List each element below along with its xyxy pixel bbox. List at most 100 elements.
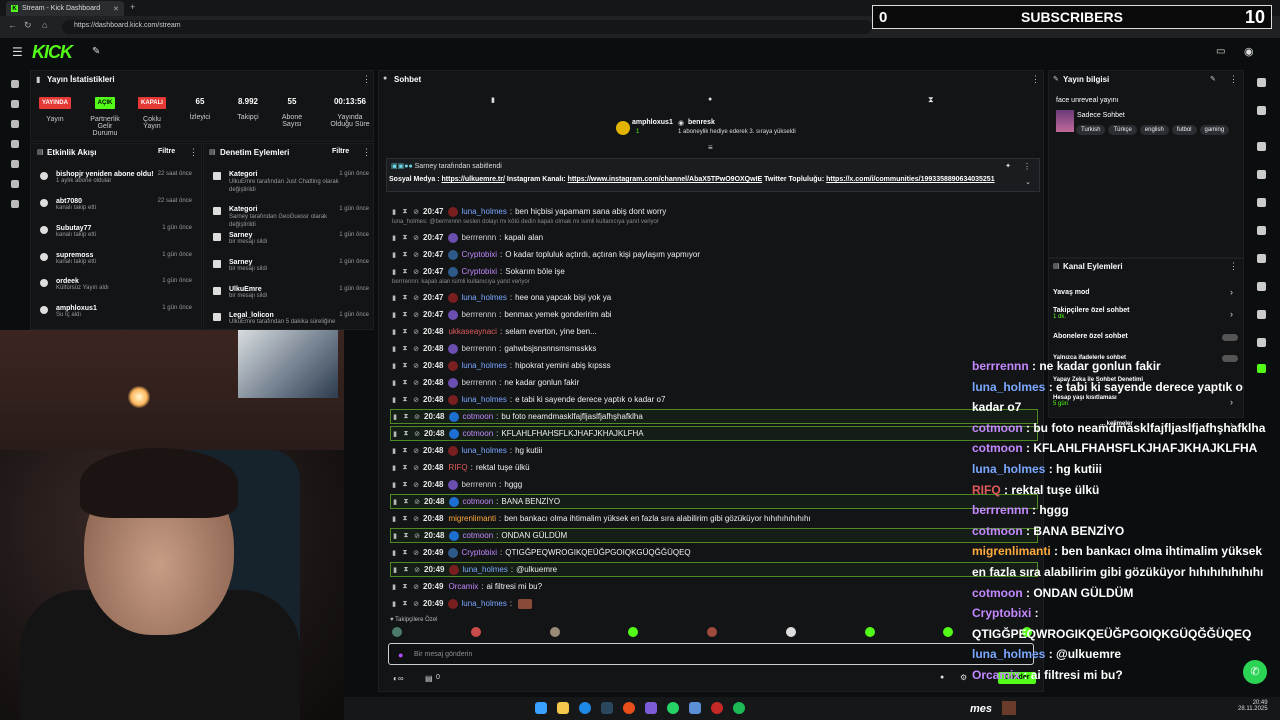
emote-icon[interactable] xyxy=(785,627,796,637)
chat-message[interactable]: ▮ ⧗ ⊘ 20:49 Cryptobixi: QTIGĞPEQWROGIKQEÜĞPGO… xyxy=(390,545,1038,560)
file-explorer-icon[interactable] xyxy=(557,702,569,714)
message-username[interactable]: luna_holmes xyxy=(461,361,506,370)
activity-item[interactable]: Subutay77 kanalı takip etti 1 gün önce xyxy=(40,225,196,238)
delete-message-icon[interactable]: ▮ xyxy=(390,515,398,523)
timeout-icon[interactable]: ⧗ xyxy=(401,447,409,455)
ban-icon[interactable]: ⊘ xyxy=(412,234,420,242)
ban-icon[interactable]: ⊘ xyxy=(412,294,420,302)
activity-item[interactable]: abt7080 kanalı takip etti 22 saat önce xyxy=(40,198,196,211)
delete-message-icon[interactable]: ▮ xyxy=(390,294,398,302)
home-icon[interactable]: ⌂ xyxy=(42,20,47,30)
delete-message-icon[interactable]: ▮ xyxy=(390,208,398,216)
chat-message[interactable]: ▮ ⧗ ⊘ 20:48 cotmoon: bu foto neamdmasklfajflj… xyxy=(390,409,1038,424)
delete-message-icon[interactable]: ▮ xyxy=(390,328,398,336)
message-username[interactable]: luna_holmes xyxy=(461,599,506,608)
ban-icon[interactable]: ⊘ xyxy=(413,566,421,574)
delete-message-icon[interactable]: ▮ xyxy=(390,251,398,259)
ban-icon[interactable]: ⊘ xyxy=(412,600,420,608)
ban-icon[interactable]: ⊘ xyxy=(412,396,420,404)
moderation-item[interactable]: Sarney bir mesajı sildi 1 gün önce xyxy=(213,259,369,272)
timeout-icon[interactable]: ⧗ xyxy=(402,532,410,540)
chat-message[interactable]: ▮ ⧗ ⊘ 20:48 berrrennn: ne kadar gonlun fakir xyxy=(390,375,1038,390)
video-nav-icon[interactable] xyxy=(11,140,19,148)
timeout-icon[interactable]: ⧗ xyxy=(401,311,409,319)
tag-chip[interactable]: Türkçe xyxy=(1108,125,1137,135)
ban-icon[interactable]: ⊘ xyxy=(413,532,421,540)
delete-message-icon[interactable]: ▮ xyxy=(390,583,398,591)
slow-mode-row[interactable]: Yavaş mod xyxy=(1053,289,1090,296)
new-tab-icon[interactable]: + xyxy=(130,2,135,12)
message-username[interactable]: Cryptobixi xyxy=(461,250,497,259)
layers-icon[interactable] xyxy=(1257,282,1266,291)
timeout-icon[interactable]: ⧗ xyxy=(402,566,410,574)
message-username[interactable]: Cryptobixi xyxy=(461,548,497,557)
shield-icon[interactable] xyxy=(1257,142,1266,151)
emote-picker-icon[interactable]: ● xyxy=(398,650,403,660)
message-username[interactable]: berrrennn xyxy=(461,344,496,353)
browser-tab[interactable]: K Stream - Kick Dashboard ✕ xyxy=(6,1,124,16)
firefox-icon[interactable] xyxy=(623,702,635,714)
message-username[interactable]: berrrennn xyxy=(461,310,496,319)
ban-icon[interactable]: ⊘ xyxy=(412,251,420,259)
moderation-menu-icon[interactable]: ⋮ xyxy=(362,147,371,158)
delete-message-icon[interactable]: ▮ xyxy=(390,362,398,370)
chat-message[interactable]: ▮ ⧗ ⊘ 20:48 cotmoon: BANA BENZİYO xyxy=(390,494,1038,509)
stream-nav-icon[interactable] xyxy=(11,80,19,88)
delete-message-icon[interactable]: ▮ xyxy=(390,600,398,608)
whatsapp-icon[interactable] xyxy=(667,702,679,714)
delete-message-icon[interactable]: ▮ xyxy=(390,396,398,404)
chat-message[interactable]: ▮ ⧗ ⊘ 20:48 luna_holmes: hg kutiii xyxy=(390,443,1038,458)
chat-message[interactable]: ▮ ⧗ ⊘ 20:48 luna_holmes: e tabi ki sayende de… xyxy=(390,392,1038,407)
moderation-item[interactable]: UlkuEmre bir mesajı sildi 1 gün önce xyxy=(213,286,369,299)
chat-menu-icon[interactable]: ⋮ xyxy=(1031,74,1040,85)
chat-message[interactable]: ▮ ⧗ ⊘ 20:49 luna_holmes: @ulkuemre xyxy=(390,562,1038,577)
timeout-icon[interactable]: ⧗ xyxy=(401,481,409,489)
delete-message-icon[interactable]: ▮ xyxy=(391,430,399,438)
hourglass-icon[interactable]: ⧗ xyxy=(928,95,934,105)
chat-message[interactable]: ▮ ⧗ ⊘ 20:48 cotmoon: ONDAN GÜLDÜM xyxy=(390,528,1038,543)
dashboard-nav-icon[interactable] xyxy=(11,100,19,108)
steam-icon[interactable] xyxy=(601,702,613,714)
delete-message-icon[interactable]: ▮ xyxy=(390,549,398,557)
mobile-icon[interactable] xyxy=(1257,198,1266,207)
message-username[interactable]: cotmoon xyxy=(462,497,493,506)
trophy-nav-icon[interactable] xyxy=(11,120,19,128)
ban-icon[interactable]: ⊘ xyxy=(412,515,420,523)
obs-icon[interactable] xyxy=(711,702,723,714)
timeout-icon[interactable]: ⧗ xyxy=(401,549,409,557)
kick-points-icon[interactable]: ◐∞ xyxy=(393,674,404,683)
channel-actions-menu-icon[interactable]: ⋮ xyxy=(1229,261,1238,272)
moderation-filter-button[interactable]: Filtre xyxy=(332,148,349,155)
followers-only-row[interactable]: Takipçilere özel sohbet 1 dk. xyxy=(1053,307,1130,320)
subscribers-only-toggle[interactable] xyxy=(1222,334,1238,341)
chat-settings-bubble-icon[interactable]: ● xyxy=(940,674,944,681)
delete-message-icon[interactable]: ▮ xyxy=(390,268,398,276)
moderation-item[interactable]: Sarney bir mesajı sildi 1 gün önce xyxy=(213,232,369,245)
activity-menu-icon[interactable]: ⋮ xyxy=(189,147,198,158)
monetization-nav-icon[interactable] xyxy=(11,160,19,168)
timeout-icon[interactable]: ⧗ xyxy=(401,464,409,472)
timeout-icon[interactable]: ⧗ xyxy=(401,396,409,404)
delete-message-icon[interactable]: ▮ xyxy=(390,464,398,472)
message-username[interactable]: cotmoon xyxy=(462,429,493,438)
chat-message[interactable]: ▮ ⧗ ⊘ 20:48 ukkaseaynaci: selam everton, yine… xyxy=(390,324,1038,339)
delete-message-icon[interactable]: ▮ xyxy=(391,413,399,421)
timeout-icon[interactable]: ⧗ xyxy=(401,515,409,523)
timeout-icon[interactable]: ⧗ xyxy=(401,345,409,353)
spotify-icon[interactable] xyxy=(733,702,745,714)
ban-icon[interactable]: ⊘ xyxy=(412,481,420,489)
chat-message[interactable]: ▮ ⧗ ⊘ 20:48 migrenlimanti: ben bankacı olma i… xyxy=(390,511,1038,526)
emote-icon[interactable] xyxy=(707,627,717,637)
share-icon[interactable] xyxy=(1257,338,1266,347)
ban-icon[interactable]: ⊘ xyxy=(412,208,420,216)
message-username[interactable]: berrrennn xyxy=(461,233,496,242)
subscribers-only-row[interactable]: Abonelere özel sohbet xyxy=(1053,333,1128,340)
timeout-icon[interactable]: ⧗ xyxy=(401,208,409,216)
community-nav-icon[interactable] xyxy=(11,180,19,188)
delete-message-icon[interactable]: ▮ xyxy=(391,566,399,574)
message-username[interactable]: Cryptobixi xyxy=(461,267,497,276)
delete-message-icon[interactable]: ▮ xyxy=(391,498,399,506)
timeout-icon[interactable]: ⧗ xyxy=(402,413,410,421)
top-gifter-name[interactable]: amphloxus1 xyxy=(632,119,673,126)
settings-app-icon[interactable] xyxy=(689,702,701,714)
